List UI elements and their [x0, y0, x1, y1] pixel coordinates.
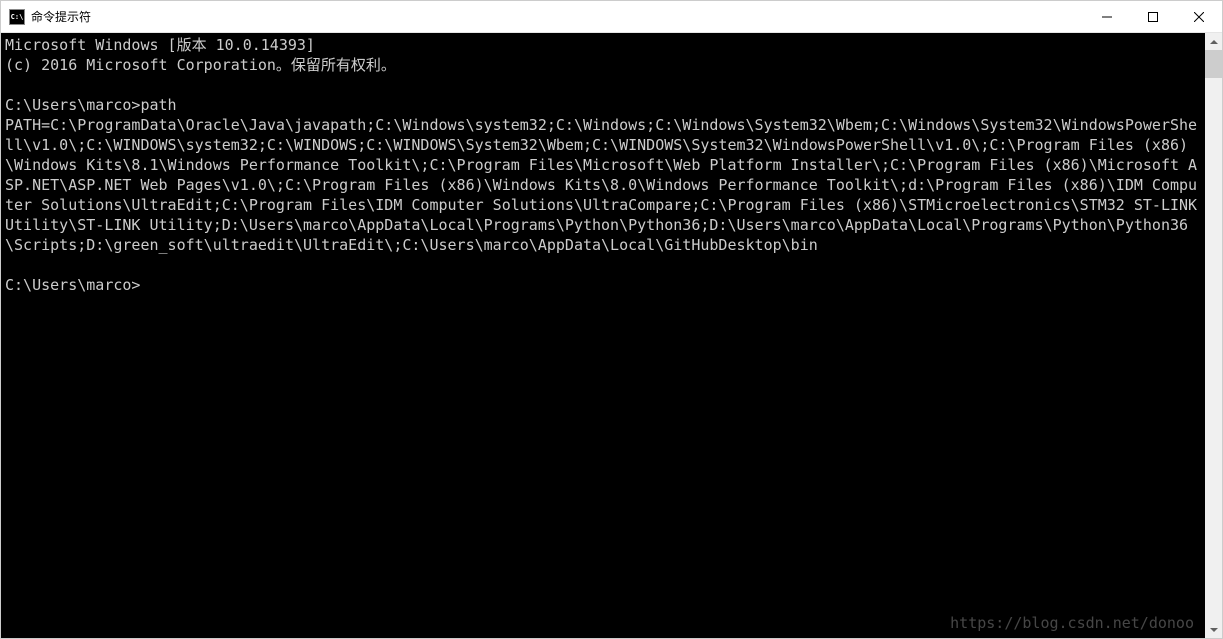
window-titlebar: C:\ 命令提示符: [1, 1, 1222, 33]
header-line-2: (c) 2016 Microsoft Corporation。保留所有权利。: [5, 56, 396, 74]
close-button[interactable]: [1176, 1, 1222, 32]
scroll-up-arrow[interactable]: [1205, 33, 1222, 50]
prompt-2-prefix: C:\Users\marco>: [5, 276, 140, 294]
scroll-down-arrow[interactable]: [1205, 621, 1222, 638]
window-title: 命令提示符: [31, 8, 1084, 25]
prompt-1-command: path: [140, 96, 176, 114]
vertical-scrollbar[interactable]: [1205, 33, 1222, 638]
scroll-thumb[interactable]: [1205, 50, 1222, 78]
cmd-icon: C:\: [9, 9, 25, 25]
terminal-output[interactable]: Microsoft Windows [版本 10.0.14393] (c) 20…: [1, 33, 1205, 638]
terminal-container: Microsoft Windows [版本 10.0.14393] (c) 20…: [1, 33, 1222, 638]
maximize-button[interactable]: [1130, 1, 1176, 32]
minimize-button[interactable]: [1084, 1, 1130, 32]
scroll-track[interactable]: [1205, 50, 1222, 621]
header-line-1: Microsoft Windows [版本 10.0.14393]: [5, 36, 315, 54]
path-output: PATH=C:\ProgramData\Oracle\Java\javapath…: [5, 116, 1205, 254]
prompt-1-prefix: C:\Users\marco>: [5, 96, 140, 114]
window-controls: [1084, 1, 1222, 32]
